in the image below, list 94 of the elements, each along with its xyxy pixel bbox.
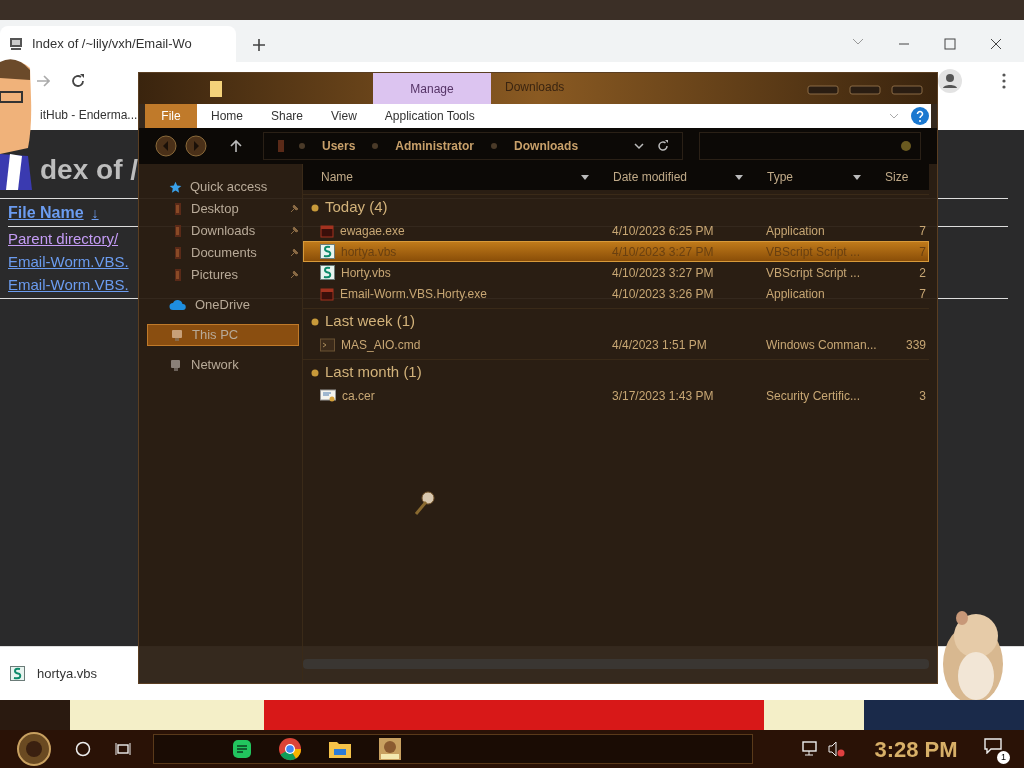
nav-item[interactable]: Desktop [147,198,299,220]
add-icon[interactable] [252,38,266,52]
computer-icon [8,36,24,52]
nav-item[interactable]: Pictures [147,264,299,286]
computer-icon [170,328,184,342]
contextual-tab[interactable]: Manage [373,73,491,104]
caret-icon [581,174,589,180]
up-icon[interactable] [229,139,243,153]
application-icon [320,223,334,238]
start-button-icon[interactable] [15,731,53,767]
notes-app-icon[interactable] [232,739,252,759]
group-header[interactable]: Last week (1) [325,310,416,333]
clock[interactable]: 3:28 PM [862,732,970,766]
network-icon [169,358,183,372]
nav-item[interactable]: Downloads [147,220,299,242]
app-icon[interactable] [378,737,402,761]
nav-item[interactable]: Documents [147,242,299,264]
file-row[interactable]: Horty.vbs 4/10/2023 3:27 PM VBScript Script ... 2 [303,262,929,283]
file-link[interactable]: Parent directory/ [8,227,119,250]
star-icon [169,180,182,194]
column-header[interactable]: Size [867,164,929,190]
bookmark-link[interactable]: itHub - Enderma... [40,106,138,124]
script-icon [320,244,335,259]
bullet-icon [311,317,319,326]
task-view-icon[interactable] [115,741,131,757]
nav-item[interactable]: Quick access [147,176,299,198]
breadcrumb-item[interactable]: Users [318,137,360,155]
maximize-icon[interactable] [944,38,956,50]
file-row[interactable]: Email-Worm.VBS.Horty.exe 4/10/2023 3:26 PM Application 7 [303,283,929,304]
ribbon-tab[interactable]: Share [257,107,318,125]
ribbon-tab[interactable]: View [317,107,371,125]
caret-icon [735,174,743,180]
chevron-down-icon[interactable] [634,142,644,150]
folder-icon[interactable] [328,739,352,759]
window-title: Downloads [505,79,565,96]
bullet-icon [311,368,319,377]
network-icon[interactable] [800,741,818,757]
back-icon[interactable] [155,135,177,157]
folder-icon [173,246,183,260]
file-link[interactable]: Email-Worm.VBS. [8,273,129,296]
close-icon[interactable] [990,38,1002,50]
ribbon-tab[interactable]: Home [197,107,257,125]
nav-item[interactable]: Network [147,354,299,376]
pin-icon [289,248,299,258]
folder-icon [173,202,183,216]
application-icon [320,286,334,301]
download-file-name[interactable]: hortya.vbs [37,663,97,684]
breadcrumb-item[interactable]: Downloads [510,137,583,155]
pin-icon [289,226,299,236]
script-icon [320,265,335,280]
notification-count: 1 [997,751,1010,764]
tab-title: Index of /~lily/vxh/Email-Wo [32,35,192,54]
column-header[interactable]: Date modified [595,164,749,190]
forward-icon[interactable] [185,135,207,157]
address-bar[interactable]: Users Administrator Downloads [263,132,683,160]
page-heading: dex of / [40,156,138,184]
reload-icon[interactable] [70,73,86,89]
help-icon[interactable] [911,107,929,125]
column-header[interactable]: Name [303,164,595,190]
notification-icon [984,738,1002,754]
more-icon[interactable] [1002,73,1006,89]
browser-tab[interactable]: Index of /~lily/vxh/Email-Wo [0,26,236,62]
refresh-icon[interactable] [656,139,670,153]
caret-icon [853,174,861,180]
pin-icon [289,270,299,280]
search-icon [900,140,912,152]
breadcrumb-item[interactable]: Administrator [391,137,479,155]
cloud-icon [169,299,187,311]
folder-icon [209,80,223,98]
file-row[interactable]: MAS_AIO.cmd 4/4/2023 1:51 PM Windows Comman... 339 [303,334,929,355]
search-icon[interactable] [75,741,91,757]
search-field[interactable] [699,132,921,160]
column-header-link[interactable]: File Name [8,201,84,225]
script-icon [10,666,25,681]
file-link[interactable]: Email-Worm.VBS. [8,250,129,273]
nav-item[interactable]: OneDrive [147,294,299,316]
group-header[interactable]: Today (4) [325,196,388,219]
command-icon [320,337,335,352]
pin-icon [289,204,299,214]
group-header[interactable]: Last month (1) [325,361,422,384]
ribbon-tab[interactable]: Application Tools [370,107,489,125]
muted-speaker-icon[interactable] [828,741,846,757]
profile-icon[interactable] [938,69,962,93]
sort-mark: ↓ [91,203,99,223]
folder-icon [173,268,183,282]
folder-icon [276,139,286,153]
file-row[interactable]: ewagae.exe 4/10/2023 6:25 PM Application 7 [303,220,929,241]
file-row[interactable]: ca.cer 3/17/2023 1:43 PM Security Certific... 3 [303,385,929,406]
folder-icon [173,224,183,238]
horizontal-scrollbar[interactable] [303,659,929,669]
certificate-icon [320,388,336,403]
chrome-icon[interactable] [278,737,302,761]
bullet-icon [311,203,319,212]
column-header[interactable]: Type [749,164,867,190]
